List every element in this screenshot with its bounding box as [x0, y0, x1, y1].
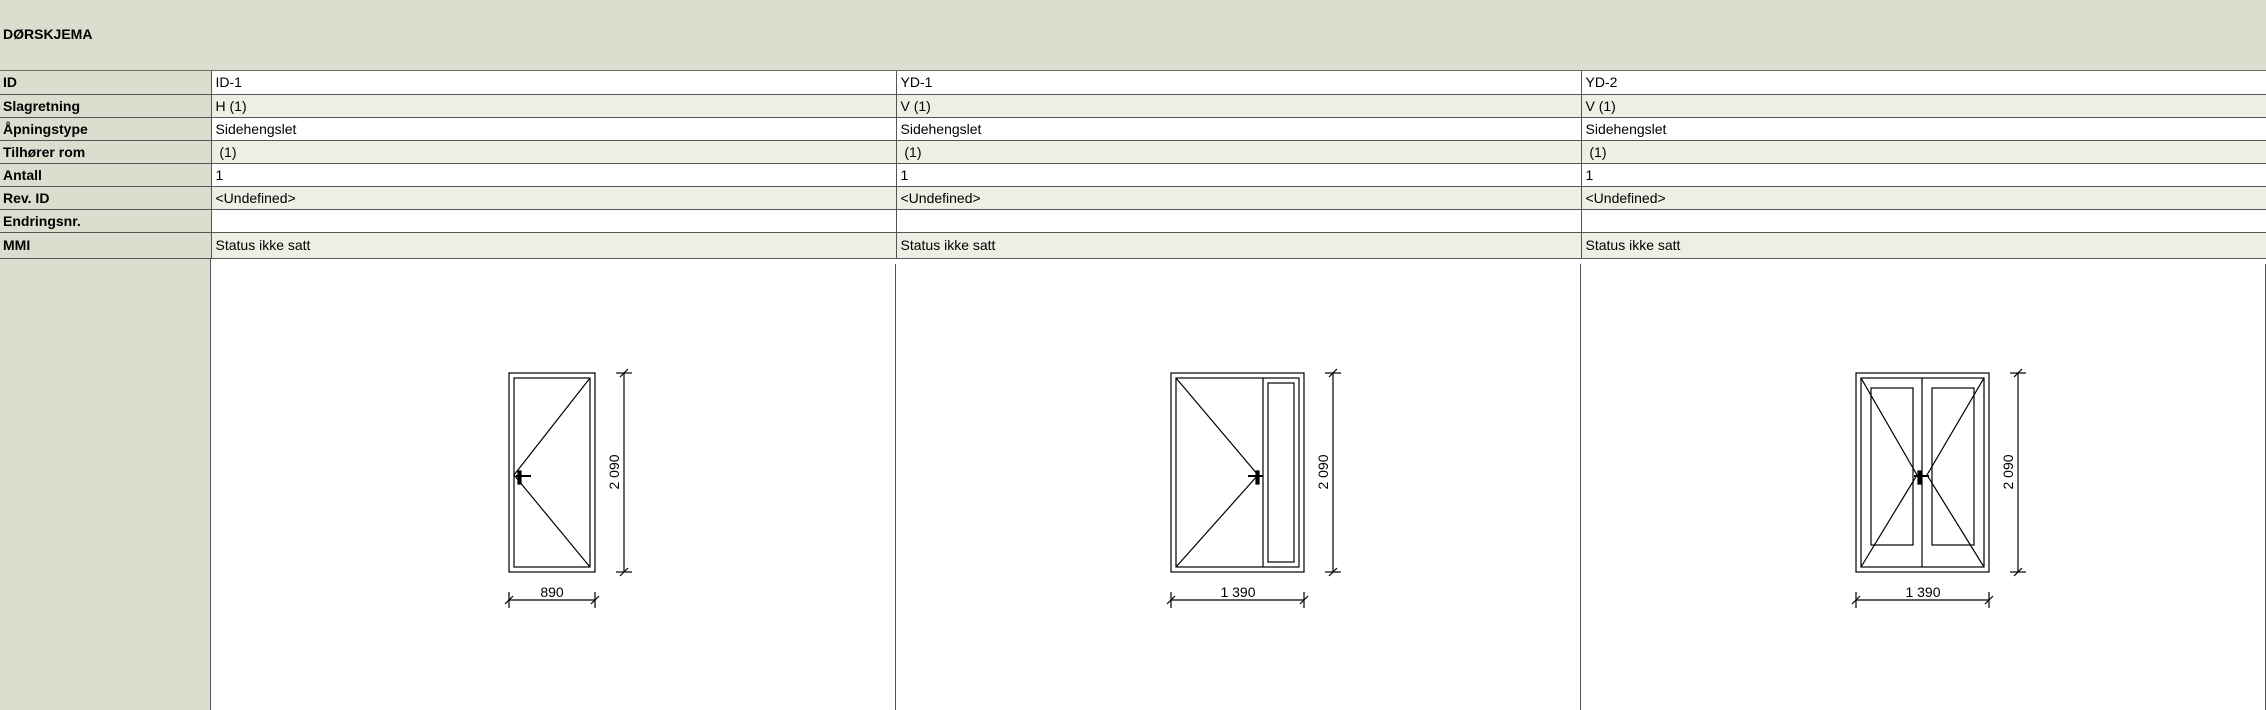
schedule-header: DØRSKJEMA — [0, 0, 2266, 71]
row-label: Tilhører rom — [0, 140, 212, 164]
cell-swing[interactable]: V (1) — [896, 94, 1582, 118]
row-mmi: MMI Status ikke satt Status ikke satt St… — [0, 232, 2266, 259]
row-opening-type: Åpningstype Sidehengslet Sidehengslet Si… — [0, 117, 2266, 141]
cell-room[interactable]: (1) — [211, 140, 897, 164]
single-door-icon: 2 090 890 — [504, 368, 632, 608]
cell-mmi[interactable]: Status ikke satt — [211, 232, 897, 259]
cell-mmi[interactable]: Status ikke satt — [1581, 232, 2266, 259]
cell-change-no[interactable] — [211, 209, 897, 233]
row-room: Tilhører rom (1) (1) (1) — [0, 140, 2266, 164]
cell-change-no[interactable] — [1581, 209, 2266, 233]
height-dimension-label: 2 090 — [2000, 454, 2016, 489]
cell-count[interactable]: 1 — [211, 163, 897, 187]
height-dimension-label: 2 090 — [606, 454, 622, 489]
row-label: Antall — [0, 163, 212, 187]
cell-count[interactable]: 1 — [1581, 163, 2266, 187]
cell-rev-id[interactable]: <Undefined> — [211, 186, 897, 210]
door-drawing-cell: 2 090 1 390 — [896, 264, 1581, 710]
cell-id[interactable]: YD-1 — [896, 71, 1582, 95]
width-dimension-label: 890 — [540, 584, 564, 600]
width-dimension-label: 1 390 — [1905, 584, 1940, 600]
door-with-sidelight-icon: 2 090 1 390 — [1166, 368, 1341, 608]
row-rev-id: Rev. ID <Undefined> <Undefined> <Undefin… — [0, 186, 2266, 210]
cell-opening-type[interactable]: Sidehengslet — [211, 117, 897, 141]
door-drawing-cell: 2 090 1 390 — [1581, 264, 2266, 710]
row-label: Rev. ID — [0, 186, 212, 210]
row-label: MMI — [0, 232, 212, 259]
row-label: ID — [0, 71, 212, 95]
cell-opening-type[interactable]: Sidehengslet — [1581, 117, 2266, 141]
row-label: Slagretning — [0, 94, 212, 118]
cell-id[interactable]: YD-2 — [1581, 71, 2266, 95]
cell-swing[interactable]: H (1) — [211, 94, 897, 118]
cell-rev-id[interactable]: <Undefined> — [1581, 186, 2266, 210]
row-swing: Slagretning H (1) V (1) V (1) — [0, 94, 2266, 118]
height-dimension-label: 2 090 — [1315, 454, 1331, 489]
door-drawing-cell: 2 090 890 — [211, 264, 896, 710]
cell-room[interactable]: (1) — [1581, 140, 2266, 164]
cell-mmi[interactable]: Status ikke satt — [896, 232, 1582, 259]
cell-rev-id[interactable]: <Undefined> — [896, 186, 1582, 210]
row-label: Åpningstype — [0, 117, 212, 141]
double-door-icon: 2 090 1 390 — [1851, 368, 2026, 608]
cell-id[interactable]: ID-1 — [211, 71, 897, 95]
row-label: Endringsnr. — [0, 209, 212, 233]
row-id: ID ID-1 YD-1 YD-2 — [0, 71, 2266, 95]
schedule-title: DØRSKJEMA — [3, 26, 93, 42]
row-change-no: Endringsnr. — [0, 209, 2266, 233]
door-schedule-table: ID ID-1 YD-1 YD-2 Slagretning H (1) V (1… — [0, 71, 2266, 259]
row-count: Antall 1 1 1 — [0, 163, 2266, 187]
width-dimension-label: 1 390 — [1220, 584, 1255, 600]
cell-change-no[interactable] — [896, 209, 1582, 233]
cell-count[interactable]: 1 — [896, 163, 1582, 187]
cell-opening-type[interactable]: Sidehengslet — [896, 117, 1582, 141]
cell-room[interactable]: (1) — [896, 140, 1582, 164]
cell-swing[interactable]: V (1) — [1581, 94, 2266, 118]
